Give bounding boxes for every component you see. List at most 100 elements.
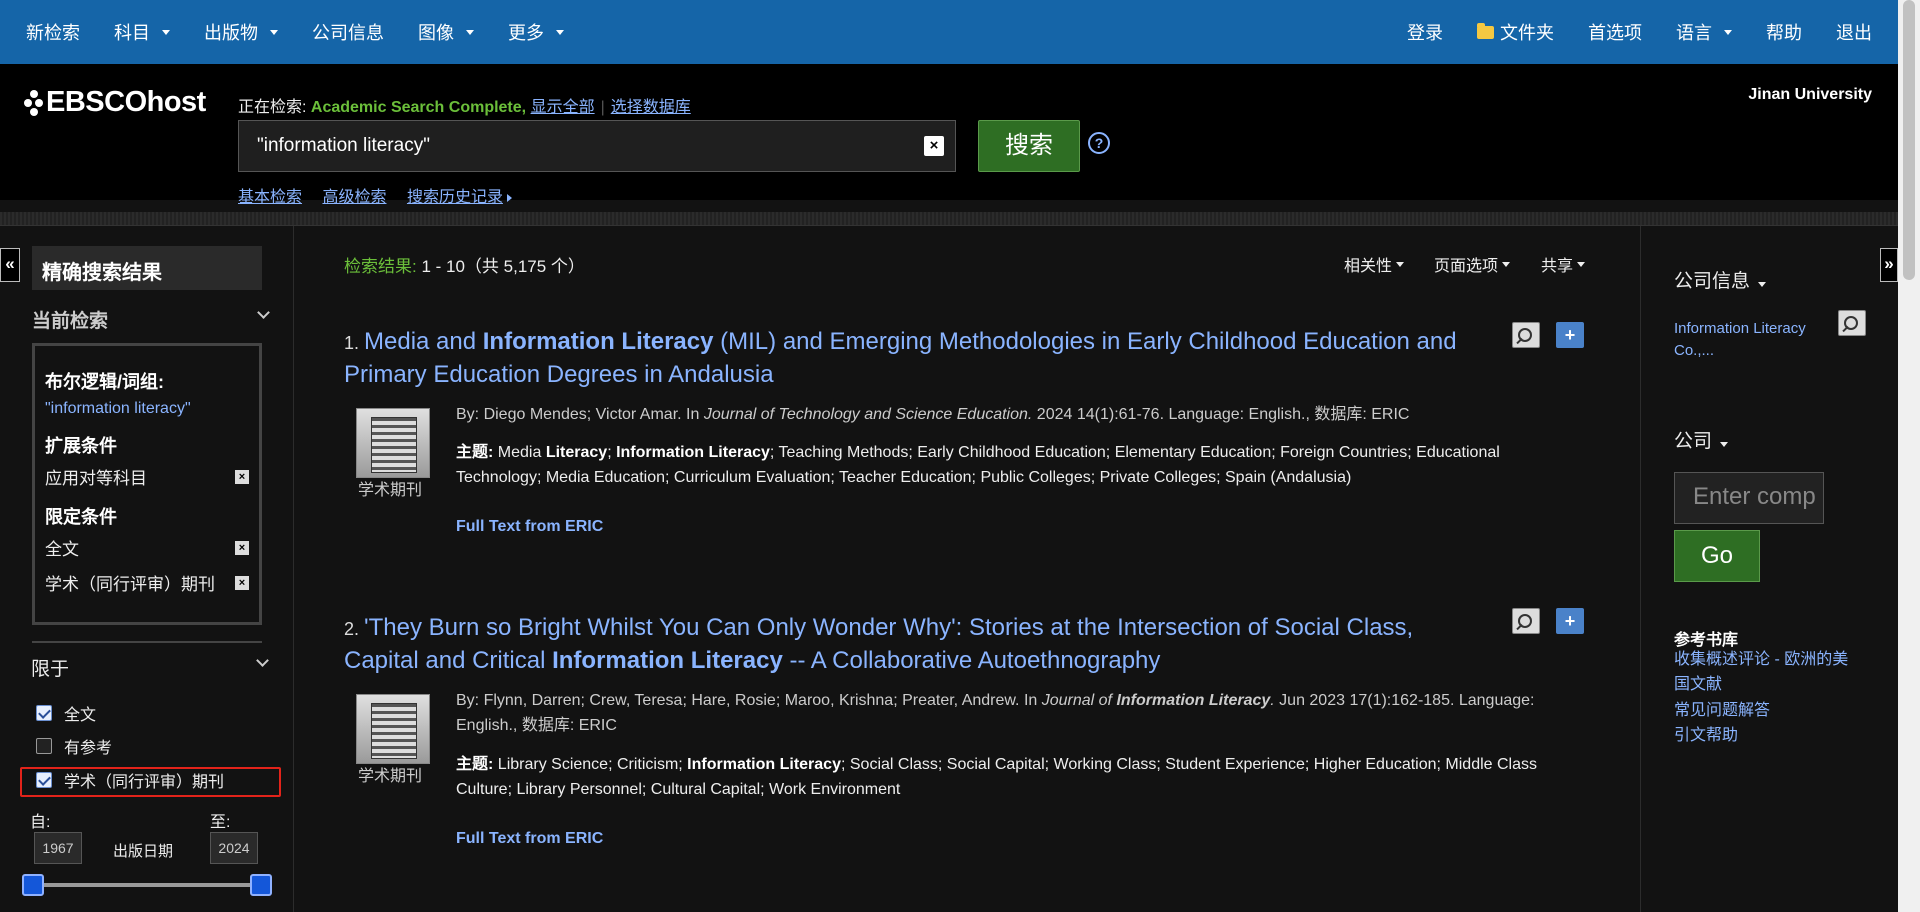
caret-down-icon (1720, 442, 1729, 447)
share-menu[interactable]: 共享 (1541, 252, 1586, 276)
collapse-right-button[interactable]: » (1880, 248, 1898, 282)
nav-item-0[interactable]: 新检索 (26, 19, 80, 45)
page-options-label: 页面选项 (1434, 258, 1499, 275)
preferences-link[interactable]: 首选项 (1588, 19, 1642, 45)
advanced-search-link[interactable]: 高级检索 (322, 189, 386, 206)
full-text-link[interactable]: Full Text from ERIC (456, 518, 603, 536)
logo-mark-icon (24, 89, 44, 116)
clear-search-button[interactable]: × (924, 136, 944, 156)
institution-name: Jinan University (1748, 86, 1872, 103)
add-to-folder-icon[interactable] (1556, 322, 1584, 348)
peer-reviewed-checkbox[interactable] (36, 772, 52, 788)
preview-icon[interactable] (1838, 310, 1866, 336)
help-link[interactable]: 帮助 (1766, 19, 1802, 45)
company-info-link[interactable]: Information Literacy Co.,... (1674, 318, 1814, 362)
peer-reviewed-label: 学术（同行评审）期刊 (64, 774, 225, 791)
results-label: 检索结果: (344, 257, 417, 276)
result-citation: By: Flynn, Darren; Crew, Teresa; Hare, R… (456, 692, 1535, 734)
result-title-link[interactable]: 1. Media and Information Literacy (MIL) … (344, 326, 1484, 390)
journal-thumbnail-icon[interactable] (356, 694, 430, 764)
full-text-link[interactable]: Full Text from ERIC (456, 830, 603, 848)
result-number: 2. (344, 619, 365, 639)
nav-item-1[interactable]: 科目 (114, 19, 170, 45)
date-slider-start-handle[interactable] (22, 874, 44, 896)
limiters-label: 限定条件 (45, 507, 117, 527)
remove-peer-icon[interactable]: × (235, 575, 249, 590)
search-history-label: 搜索历史记录 (406, 189, 503, 206)
company-info-label: 公司信息 (1674, 271, 1751, 292)
search-history-link[interactable]: 搜索历史记录 (407, 189, 503, 206)
peer-reviewed-checkbox-row[interactable]: 学术（同行评审）期刊 (36, 768, 224, 792)
nav-item-3[interactable]: 公司信息 (312, 19, 384, 45)
nav-item-4[interactable]: 图像 (418, 19, 474, 45)
folder-link[interactable]: 文件夹 (1477, 19, 1554, 45)
logout-link[interactable]: 退出 (1836, 19, 1872, 45)
from-year-input[interactable]: 1967 (34, 832, 82, 864)
publication-type-label: 学术期刊 (358, 768, 423, 785)
limiter-fulltext-label: 全文 (45, 540, 79, 559)
remove-expander-icon[interactable]: × (235, 469, 249, 484)
boolean-query[interactable]: "information literacy" (45, 400, 249, 418)
current-search-header[interactable]: 当前检索 (32, 306, 270, 333)
references-checkbox-row[interactable]: 有参考 (36, 734, 112, 758)
pub-date-label: 出版日期 (113, 843, 174, 860)
relevance-menu[interactable]: 相关性 (1344, 252, 1405, 276)
fulltext-checkbox[interactable] (36, 705, 52, 721)
nav-item-2[interactable]: 出版物 (204, 19, 278, 45)
choose-database-link[interactable]: 选择数据库 (611, 99, 691, 116)
nav-item-label: 科目 (114, 23, 150, 43)
publication-type-label: 学术期刊 (358, 482, 423, 499)
preview-icon[interactable] (1512, 322, 1540, 348)
caret-down-icon (1577, 261, 1586, 267)
company-info-header[interactable]: 公司信息 (1674, 266, 1767, 293)
nav-item-label: 图像 (418, 23, 454, 43)
date-slider-track[interactable] (36, 883, 262, 887)
result-title-link[interactable]: 2. 'They Burn so Bright Whilst You Can O… (344, 612, 1484, 676)
scrollbar-thumb[interactable] (1903, 0, 1915, 280)
fulltext-checkbox-row[interactable]: 全文 (36, 701, 96, 725)
caret-down-icon (1758, 282, 1767, 287)
ebscohost-logo[interactable]: EBSCOhost (24, 86, 206, 119)
folder-icon (1477, 22, 1494, 39)
add-to-folder-icon[interactable] (1556, 608, 1584, 634)
page-options-menu[interactable]: 页面选项 (1434, 252, 1511, 276)
limit-to-header[interactable]: 限于 (31, 654, 269, 681)
help-icon[interactable]: ? (1088, 132, 1110, 154)
to-year-input[interactable]: 2024 (210, 832, 258, 864)
logo-text: EBSCOhost (46, 86, 206, 118)
references-label: 有参考 (64, 740, 113, 757)
language-menu[interactable]: 语言 (1676, 19, 1732, 45)
limit-to-label: 限于 (31, 659, 70, 680)
top-navigation: 新检索 科目 出版物 公司信息 图像 更多 登录 文件夹 首选项 语言 帮助 退出 (0, 0, 1898, 64)
reference-link-faq[interactable]: 常见问题解答 (1674, 698, 1770, 723)
limiter-item: 学术（同行评审）期刊 × (45, 570, 249, 595)
basic-search-link[interactable]: 基本检索 (238, 189, 302, 206)
nav-item-label: 出版物 (204, 23, 258, 43)
search-input[interactable]: "information literacy" (238, 120, 956, 172)
result-subjects: 主题: Media Literacy; Information Literacy… (456, 444, 1500, 486)
preview-icon[interactable] (1512, 608, 1540, 634)
search-button[interactable]: 搜索 (978, 120, 1080, 172)
references-checkbox[interactable] (36, 738, 52, 754)
reference-link-collection[interactable]: 收集概述评论 - 欧洲的美国文献 (1674, 647, 1864, 697)
nav-item-5[interactable]: 更多 (508, 19, 564, 45)
journal-thumbnail-icon[interactable] (356, 408, 430, 478)
boolean-label: 布尔逻辑/词组: (45, 372, 164, 392)
page-scrollbar[interactable] (1898, 0, 1920, 912)
searching-label: 正在检索: (238, 99, 307, 116)
show-all-link[interactable]: 显示全部 (531, 99, 595, 116)
login-link[interactable]: 登录 (1407, 19, 1443, 45)
refine-panel: 精确搜索结果 当前检索 布尔逻辑/词组: "information litera… (20, 226, 294, 912)
remove-fulltext-icon[interactable]: × (235, 540, 249, 555)
chevron-down-icon (256, 654, 269, 667)
nav-left-group: 新检索 科目 出版物 公司信息 图像 更多 (26, 19, 598, 45)
results-range: 1 - 10（共 5,175 个） (416, 257, 585, 276)
go-button[interactable]: Go (1674, 530, 1760, 582)
company-label: 公司 (1674, 431, 1713, 452)
collapse-left-button[interactable]: « (0, 248, 20, 282)
results-count: 检索结果: 1 - 10（共 5,175 个） (344, 252, 585, 277)
reference-link-citation[interactable]: 引文帮助 (1674, 723, 1738, 748)
company-header[interactable]: 公司 (1674, 426, 1729, 453)
company-input[interactable]: Enter comp (1674, 472, 1824, 524)
date-slider-end-handle[interactable] (250, 874, 272, 896)
